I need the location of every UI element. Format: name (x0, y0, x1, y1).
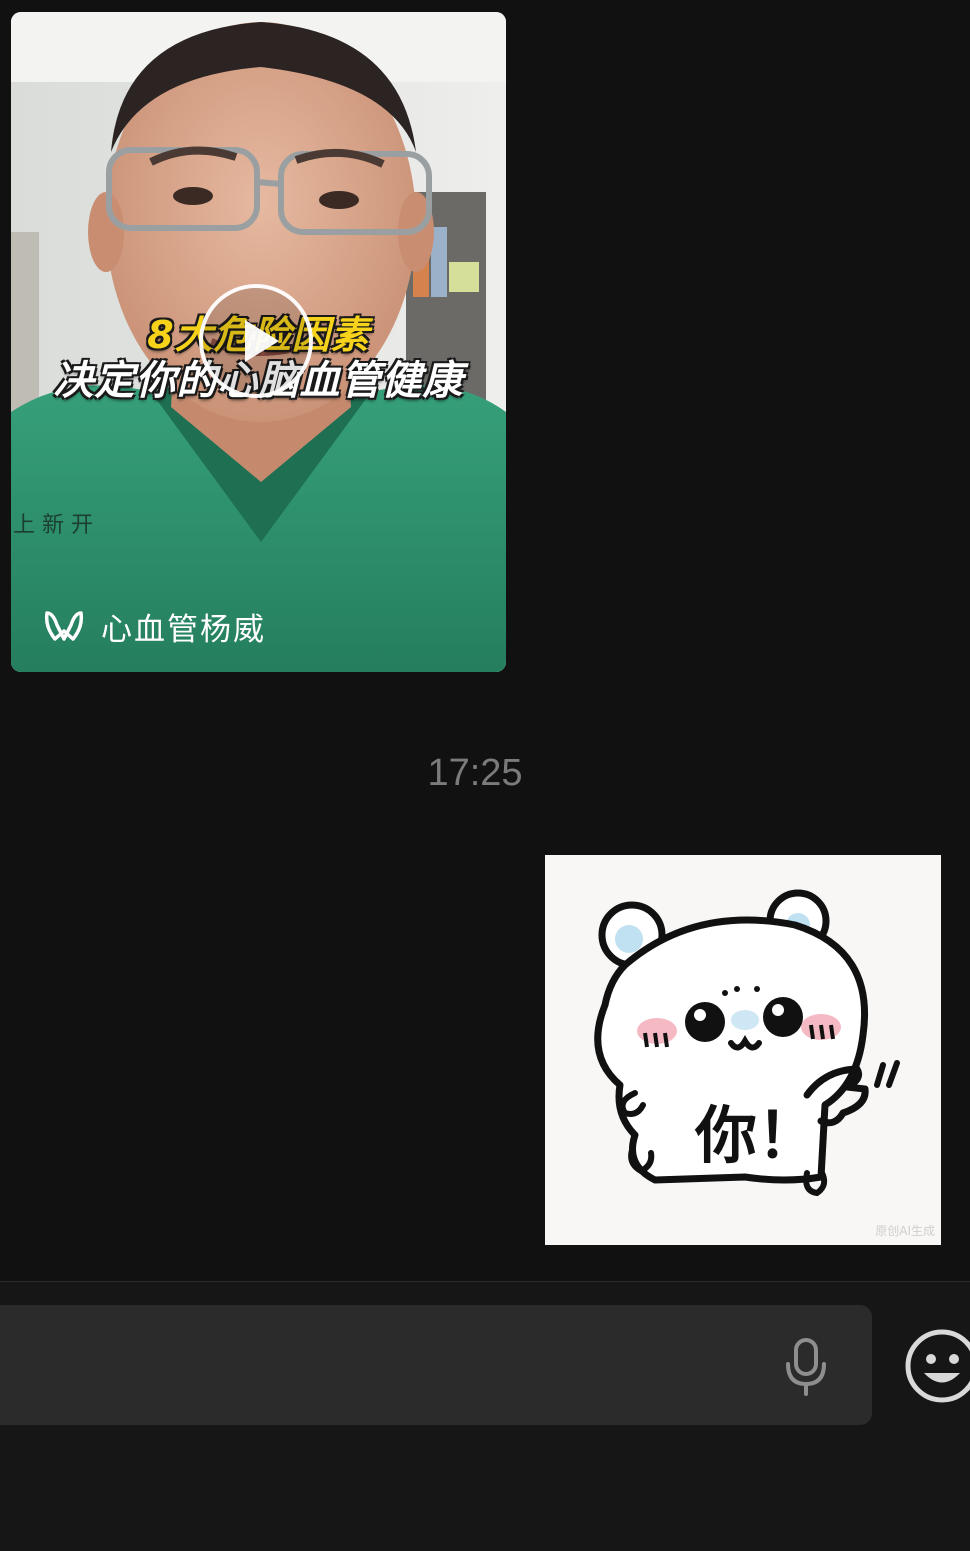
sticker-watermark: 原创AI生成 (875, 1224, 935, 1238)
svg-text:上 新 开: 上 新 开 (13, 513, 93, 538)
chat-screen: 上 新 开 8大危险因素 决定你的心脑血管健康 心血管杨威 17:25 你！ 原… (0, 0, 970, 1551)
message-timestamp: 17:25 (427, 752, 523, 794)
sticker-bear-drawing (594, 889, 900, 1197)
sticker-message[interactable]: 你！ 原创AI生成 (545, 855, 941, 1245)
play-button[interactable] (199, 284, 313, 398)
message-input[interactable] (0, 1305, 872, 1425)
emoji-smile-icon[interactable] (904, 1326, 970, 1406)
channel-name: 心血管杨威 (101, 611, 266, 648)
sticker-caption: 你！ (695, 1099, 820, 1172)
video-message-card[interactable]: 上 新 开 8大危险因素 决定你的心脑血管健康 心血管杨威 (11, 12, 506, 672)
microphone-icon[interactable] (784, 1338, 828, 1396)
play-icon (245, 320, 279, 362)
channels-logo-icon (44, 611, 84, 641)
chat-input-bar (0, 1281, 970, 1551)
channel-bar: 心血管杨威 (43, 604, 266, 648)
